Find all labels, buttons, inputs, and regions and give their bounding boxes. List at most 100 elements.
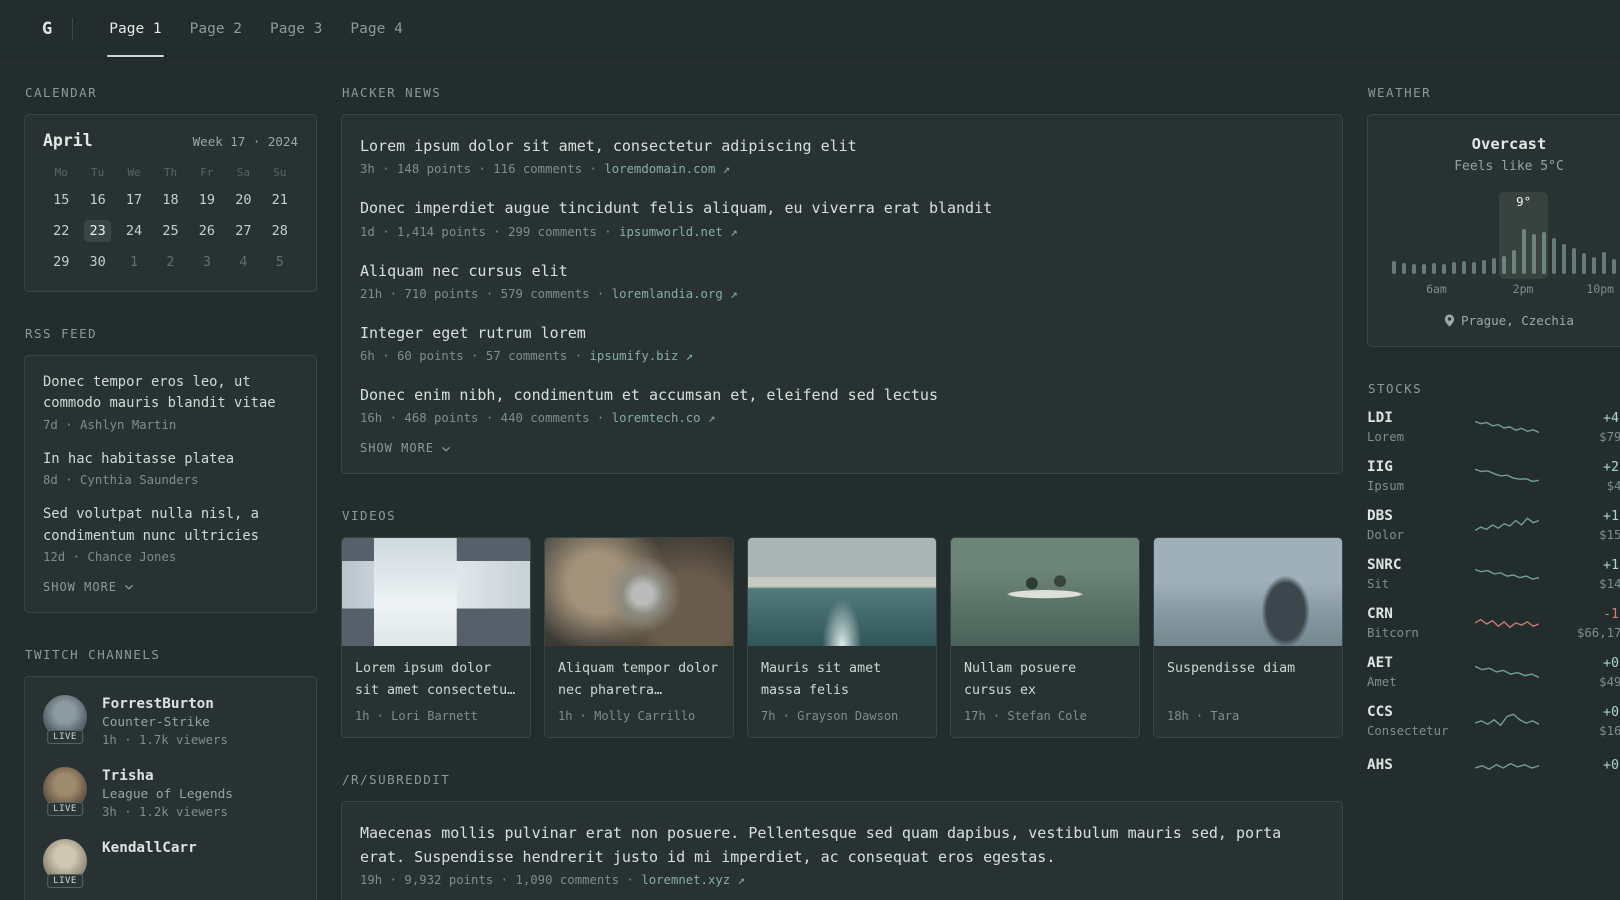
post-item[interactable]: Donec imperdiet augue tincidunt felis al… (360, 197, 1324, 238)
video-title[interactable]: Nullam posuere cursus ex (964, 658, 1126, 701)
calendar-day[interactable]: 17 (116, 189, 152, 211)
video-card[interactable]: Aliquam tempor dolor nec pharetra… 1h · … (544, 537, 734, 739)
sparkline-chart (1475, 713, 1539, 727)
stock-row[interactable]: AHS +0.46% (1367, 753, 1620, 781)
video-title[interactable]: Aliquam tempor dolor nec pharetra… (558, 658, 720, 701)
weather-location-row[interactable]: Prague, Czechia (1386, 313, 1620, 328)
video-card[interactable]: Mauris sit amet massa felis 7h · Grayson… (747, 537, 937, 739)
calendar-day[interactable]: 5 (262, 251, 298, 273)
stock-row[interactable]: AET Amet +0.92% $499.72 (1367, 655, 1620, 689)
calendar-day[interactable]: 3 (189, 251, 225, 273)
twitch-channel-row[interactable]: LIVE KendallCarr (43, 838, 298, 888)
post-domain-link[interactable]: loremnet.xyz ↗ (641, 873, 745, 887)
post-meta-text: 3h · 148 points · 116 comments · (360, 162, 605, 177)
stock-price: $148.64 (1599, 576, 1620, 591)
stock-change: +4.35% (1602, 410, 1620, 426)
nav-tab[interactable]: Page 1 (95, 0, 175, 57)
show-more-button[interactable]: SHOW MORE (360, 441, 1324, 455)
calendar-day[interactable]: 15 (43, 189, 79, 211)
video-title[interactable]: Lorem ipsum dolor sit amet consectetu… (355, 658, 517, 701)
calendar-day[interactable]: 18 (152, 189, 188, 211)
post-title[interactable]: Donec enim nibh, condimentum et accumsan… (360, 384, 1324, 407)
video-thumbnail[interactable] (748, 538, 936, 647)
calendar-day[interactable]: 25 (152, 220, 188, 242)
calendar-day[interactable]: 16 (79, 189, 115, 211)
rss-item-title[interactable]: In hac habitasse platea (43, 449, 298, 470)
post-title[interactable]: Maecenas mollis pulvinar erat non posuer… (360, 822, 1324, 869)
post-domain-link[interactable]: ipsumify.biz ↗ (590, 349, 694, 363)
stock-symbol[interactable]: SNRC (1367, 557, 1459, 573)
video-title[interactable]: Mauris sit amet massa felis (761, 658, 923, 701)
stock-symbol[interactable]: AHS (1367, 757, 1459, 773)
twitch-channel-row[interactable]: LIVE ForrestBurton Counter-Strike 1h · 1… (43, 694, 298, 747)
calendar-day[interactable]: 28 (262, 220, 298, 242)
post-title[interactable]: Integer eget rutrum lorem (360, 322, 1324, 345)
stock-row[interactable]: IIG Ipsum +2.84% $42.04 (1367, 459, 1620, 493)
nav-tab[interactable]: Page 4 (336, 0, 416, 57)
calendar-day[interactable]: 4 (225, 251, 261, 273)
post-domain-link[interactable]: loremlandia.org ↗ (612, 287, 738, 301)
post-domain-link[interactable]: ipsumworld.net ↗ (619, 225, 737, 239)
twitch-name[interactable]: KendallCarr (102, 840, 197, 856)
video-thumbnail[interactable] (951, 538, 1139, 647)
rss-item[interactable]: Donec tempor eros leo, ut commodo mauris… (43, 372, 298, 432)
stock-symbol[interactable]: LDI (1367, 410, 1459, 426)
video-thumbnail[interactable] (342, 538, 530, 647)
video-title[interactable]: Suspendisse diam (1167, 658, 1329, 701)
twitch-name[interactable]: Trisha (102, 768, 233, 784)
post-item[interactable]: Lorem ipsum dolor sit amet, consectetur … (360, 135, 1324, 176)
video-meta: 18h · Tara (1167, 709, 1240, 724)
calendar-dow-label: Su (273, 166, 287, 179)
stock-symbol[interactable]: DBS (1367, 508, 1459, 524)
rss-item[interactable]: In hac habitasse platea 8d · Cynthia Sau… (43, 449, 298, 487)
rss-item-title[interactable]: Sed volutpat nulla nisl, a condimentum n… (43, 504, 298, 547)
show-more-button[interactable]: SHOW MORE (43, 580, 298, 594)
post-item[interactable]: Aliquam nec cursus elit 21h · 710 points… (360, 260, 1324, 301)
calendar-day[interactable]: 2 (152, 251, 188, 273)
post-item[interactable]: Maecenas mollis pulvinar erat non posuer… (360, 822, 1324, 887)
stock-symbol[interactable]: IIG (1367, 459, 1459, 475)
video-card[interactable]: Suspendisse diam 18h · Tara (1153, 537, 1343, 739)
stock-row[interactable]: CCS Consectetur +0.51% $165.84 (1367, 704, 1620, 738)
weather-hour-bar (1552, 238, 1556, 274)
calendar-day[interactable]: 27 (225, 220, 261, 242)
post-item[interactable]: Integer eget rutrum lorem 6h · 60 points… (360, 322, 1324, 363)
calendar-day[interactable]: 1 (116, 251, 152, 273)
post-title[interactable]: Lorem ipsum dolor sit amet, consectetur … (360, 135, 1324, 158)
weather-hour-bar (1512, 250, 1516, 274)
calendar-day[interactable]: 26 (189, 220, 225, 242)
twitch-channel-row[interactable]: LIVE Trisha League of Legends 3h · 1.2k … (43, 766, 298, 819)
stock-symbol[interactable]: CRN (1367, 606, 1459, 622)
post-domain-link[interactable]: loremdomain.com ↗ (604, 162, 730, 176)
nav-tab[interactable]: Page 3 (256, 0, 336, 57)
calendar-day[interactable]: 29 (43, 251, 79, 273)
rss-item-title[interactable]: Donec tempor eros leo, ut commodo mauris… (43, 372, 298, 415)
calendar-day[interactable]: 22 (43, 220, 79, 242)
calendar-day[interactable]: 23 (79, 220, 115, 242)
video-card[interactable]: Lorem ipsum dolor sit amet consectetu… 1… (341, 537, 531, 739)
calendar-day[interactable]: 24 (116, 220, 152, 242)
left-column: CALENDAR April Week 17 · 2024 Mo Tu We Th Fr… (24, 85, 317, 900)
stock-symbol[interactable]: AET (1367, 655, 1459, 671)
twitch-name[interactable]: ForrestBurton (102, 696, 228, 712)
post-title[interactable]: Donec imperdiet augue tincidunt felis al… (360, 197, 1324, 220)
post-domain-link[interactable]: loremtech.co ↗ (612, 411, 716, 425)
post-title[interactable]: Aliquam nec cursus elit (360, 260, 1324, 283)
post-item[interactable]: Donec enim nibh, condimentum et accumsan… (360, 384, 1324, 425)
app-logo[interactable]: G (42, 0, 52, 57)
stock-values: +0.51% $165.84 (1555, 705, 1620, 738)
stock-row[interactable]: SNRC Sit +1.36% $148.64 (1367, 557, 1620, 591)
stock-symbol[interactable]: CCS (1367, 704, 1459, 720)
calendar-day[interactable]: 19 (189, 189, 225, 211)
calendar-day[interactable]: 20 (225, 189, 261, 211)
video-thumbnail[interactable] (1154, 538, 1342, 647)
nav-tab[interactable]: Page 2 (176, 0, 256, 57)
stock-row[interactable]: LDI Lorem +4.35% $795.18 (1367, 410, 1620, 444)
rss-item[interactable]: Sed volutpat nulla nisl, a condimentum n… (43, 504, 298, 564)
stock-row[interactable]: CRN Bitcorn -1.00% $66,171.48 (1367, 606, 1620, 640)
stock-row[interactable]: DBS Dolor +1.42% $156.28 (1367, 508, 1620, 542)
video-thumbnail[interactable] (545, 538, 733, 647)
calendar-day[interactable]: 21 (262, 189, 298, 211)
calendar-day[interactable]: 30 (79, 251, 115, 273)
video-card[interactable]: Nullam posuere cursus ex 17h · Stefan Co… (950, 537, 1140, 739)
